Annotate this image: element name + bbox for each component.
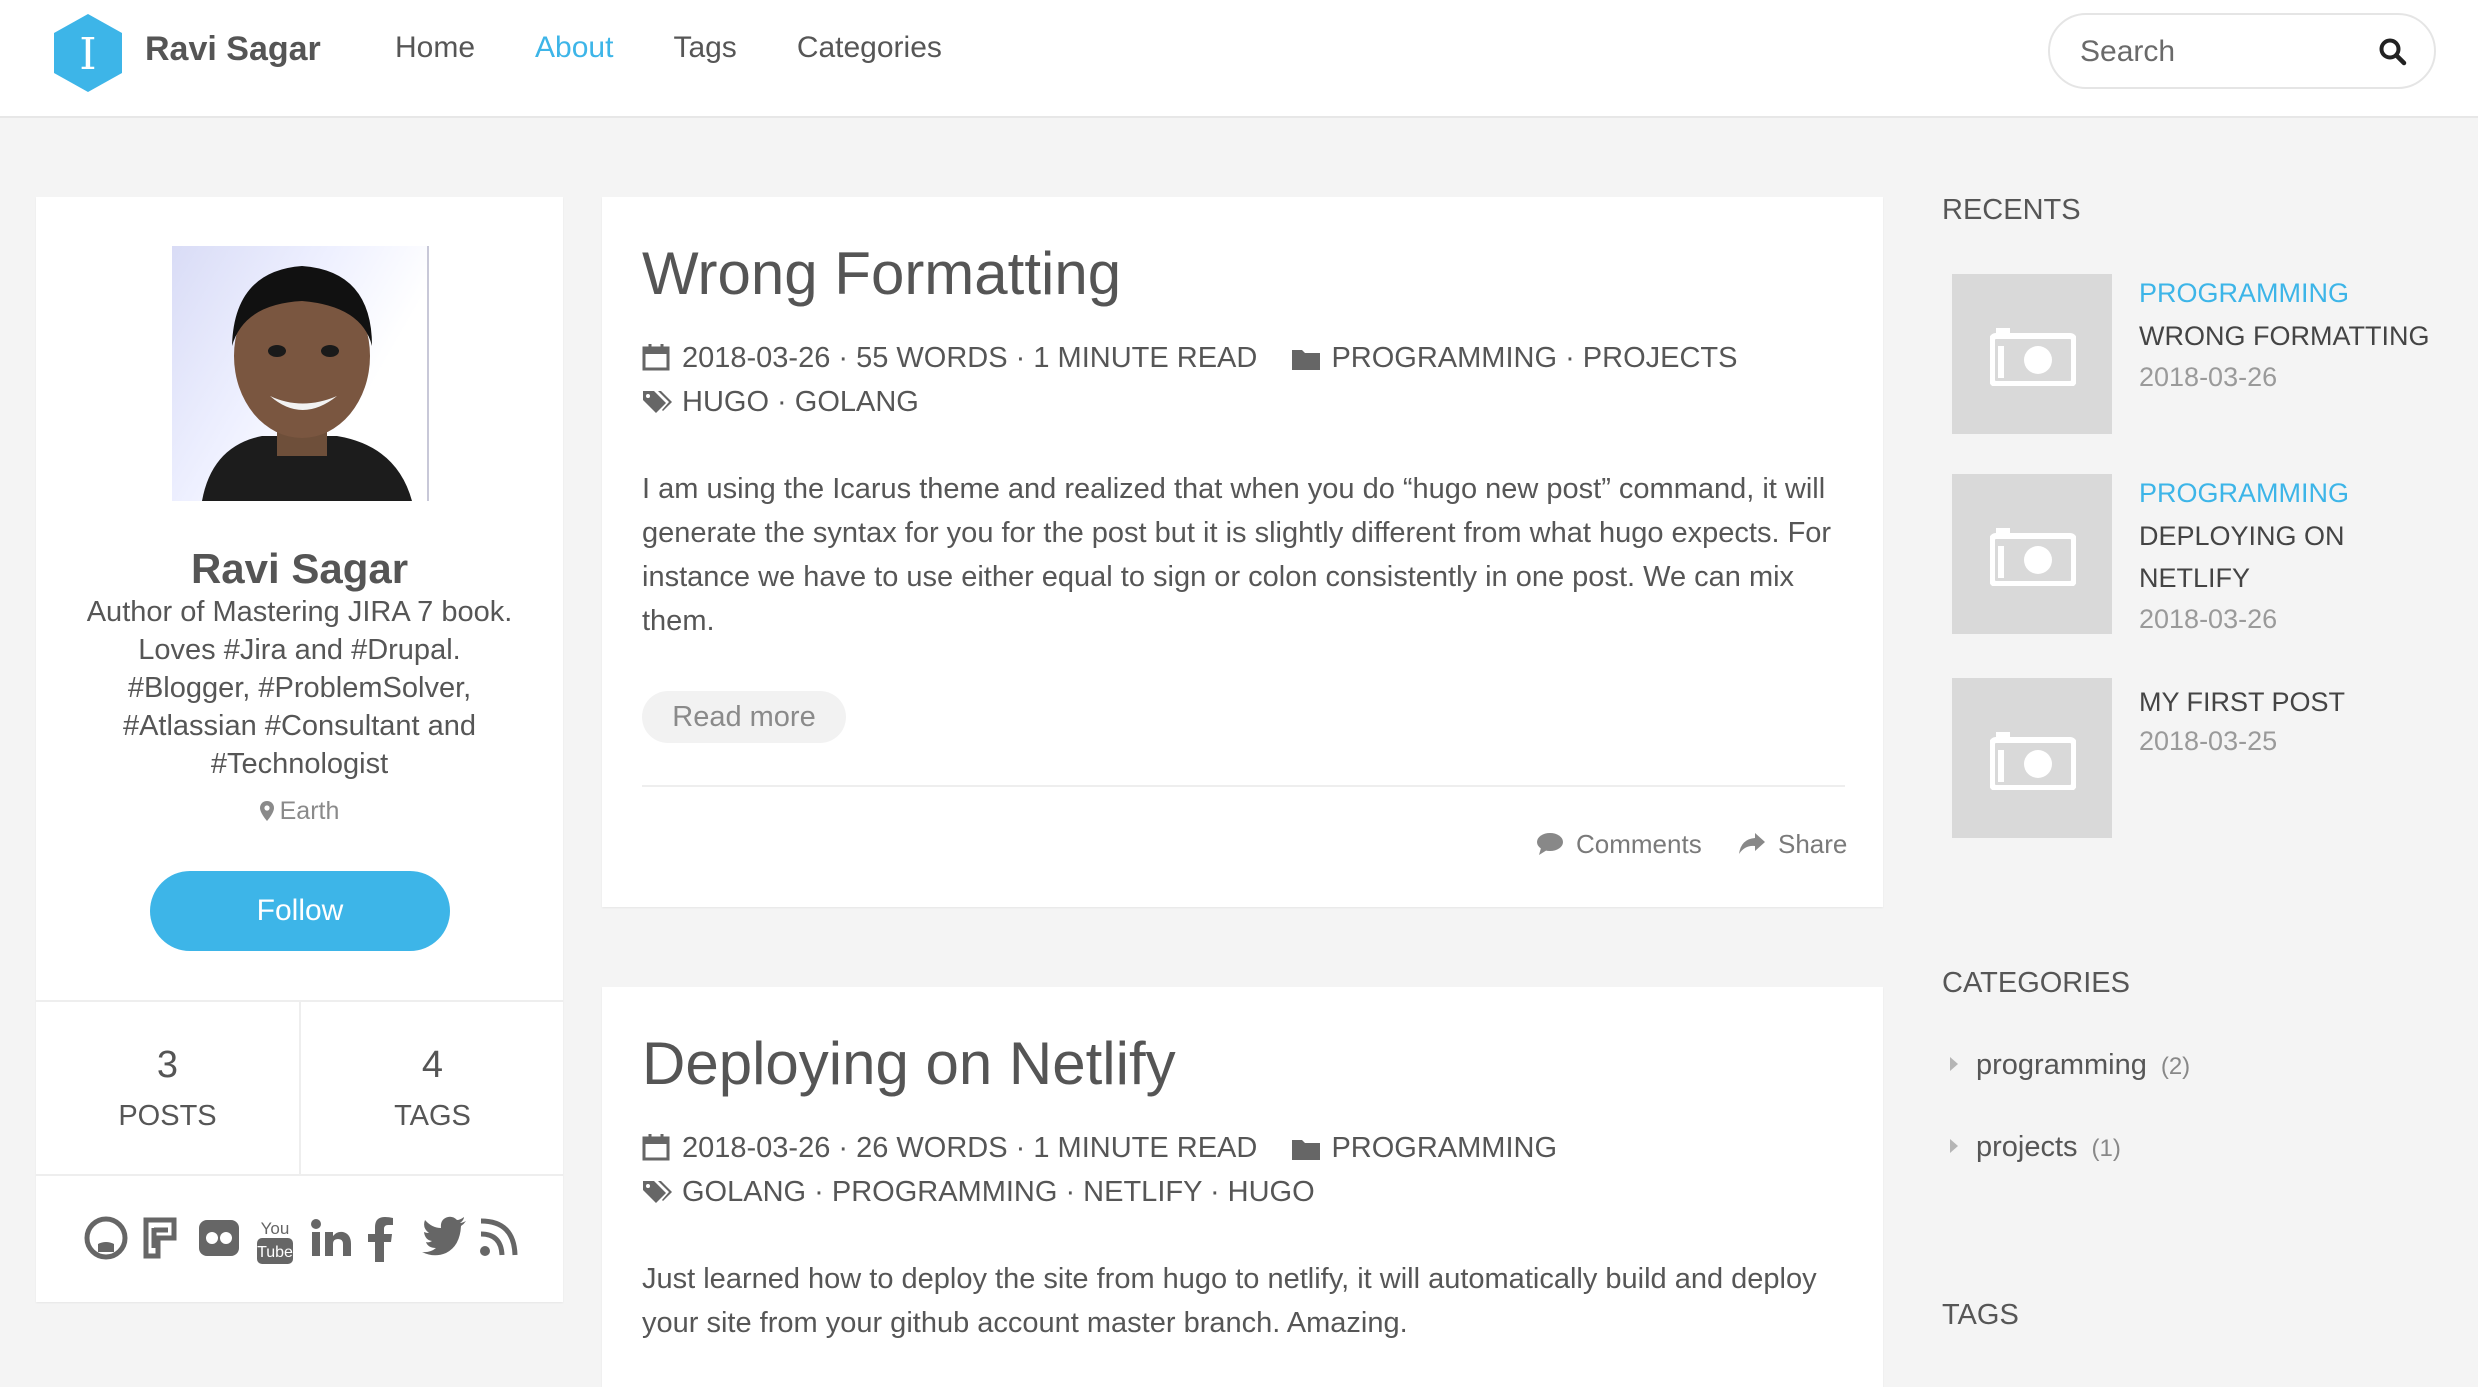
post-excerpt: I am using the Icarus theme and realized… (642, 473, 1832, 637)
youtube-icon[interactable]: You Tube (253, 1216, 299, 1264)
recent-title[interactable]: DEPLOYING ON NETLIFY (2139, 515, 2379, 599)
recent-date: 2018-03-25 (2139, 726, 2278, 756)
svg-text:You: You (261, 1219, 290, 1238)
read-more-button[interactable]: Read more (642, 691, 846, 743)
follow-button[interactable]: Follow (150, 871, 450, 951)
tags-heading: TAGS (1942, 1299, 2019, 1331)
nav-categories[interactable]: Categories (797, 31, 942, 65)
recent-thumbnail[interactable] (1952, 474, 2112, 634)
recent-category[interactable]: PROGRAMMING (2139, 278, 2349, 309)
stat-tags[interactable]: 4 TAGS (299, 1002, 564, 1174)
camera-icon (1990, 732, 2076, 790)
post-card: Deploying on Netlify 2018-03-26 · 26 WOR… (602, 987, 1883, 1387)
tags-icon (642, 389, 672, 417)
profile-stats: 3 POSTS 4 TAGS (36, 1000, 563, 1176)
camera-icon (1990, 328, 2076, 386)
flickr-icon[interactable] (197, 1216, 243, 1262)
category-count: (1) (2091, 1135, 2121, 1162)
search-box (2048, 13, 2436, 89)
site-logo-icon[interactable]: I (52, 12, 124, 94)
caret-right-icon (1950, 1057, 1958, 1071)
map-marker-icon (259, 799, 274, 821)
post-tags-row: HUGO · GOLANG (642, 386, 919, 419)
share-link[interactable]: Share (1738, 829, 1847, 860)
github-icon[interactable] (84, 1216, 130, 1262)
category-item-projects[interactable]: projects (1) (1950, 1131, 2121, 1164)
profile-name: Ravi Sagar (190, 545, 409, 592)
stat-posts[interactable]: 3 POSTS (36, 1002, 299, 1174)
stat-tags-label: TAGS (394, 1100, 471, 1132)
recent-title[interactable]: MY FIRST POST (2139, 681, 2439, 723)
nav-home[interactable]: Home (395, 31, 475, 65)
search-input[interactable] (2078, 31, 2362, 73)
profile-location: Earth (36, 797, 563, 826)
post-tags[interactable]: HUGO · GOLANG (682, 386, 919, 418)
recent-date: 2018-03-26 (2139, 362, 2278, 392)
facebook-icon[interactable] (365, 1216, 411, 1262)
folder-icon (1291, 346, 1321, 374)
post-excerpt: Just learned how to deploy the site from… (642, 1263, 1817, 1339)
recent-thumbnail[interactable] (1952, 678, 2112, 838)
post-tags-row: GOLANG · PROGRAMMING · NETLIFY · HUGO (642, 1176, 1315, 1209)
linkedin-icon[interactable] (309, 1216, 355, 1262)
comments-label: Comments (1576, 829, 1702, 859)
svg-text:I: I (79, 29, 96, 80)
post-date-info: 2018-03-26 · 26 WORDS · 1 MINUTE READ (682, 1132, 1258, 1164)
caret-right-icon (1950, 1139, 1958, 1153)
post-divider (642, 785, 1845, 787)
recent-title[interactable]: WRONG FORMATTING (2139, 315, 2439, 357)
search-icon[interactable] (2378, 37, 2408, 67)
camera-icon (1990, 528, 2076, 586)
profile-bio: Author of Mastering JIRA 7 book. Loves #… (86, 596, 513, 780)
location-text: Earth (279, 797, 340, 825)
category-count: (2) (2160, 1053, 2191, 1080)
stat-posts-label: POSTS (118, 1100, 217, 1132)
recent-category[interactable]: PROGRAMMING (2139, 478, 2349, 509)
folder-icon (1291, 1136, 1321, 1164)
post-categories[interactable]: PROGRAMMING (1331, 1132, 1557, 1164)
post-title[interactable]: Wrong Formatting (642, 239, 1121, 308)
calendar-icon (642, 343, 672, 371)
post-meta: 2018-03-26 · 55 WORDS · 1 MINUTE READ PR… (642, 342, 1737, 375)
post-meta: 2018-03-26 · 26 WORDS · 1 MINUTE READ PR… (642, 1132, 1557, 1165)
profile-card: Ravi Sagar Author of Mastering JIRA 7 bo… (36, 197, 563, 1302)
site-brand[interactable]: Ravi Sagar (145, 30, 321, 69)
recent-thumbnail[interactable] (1952, 274, 2112, 434)
post-tags[interactable]: GOLANG · PROGRAMMING · NETLIFY · HUGO (682, 1176, 1315, 1208)
category-item-programming[interactable]: programming (2) (1950, 1049, 2190, 1082)
recent-date: 2018-03-26 (2139, 604, 2278, 634)
svg-text:Tube: Tube (257, 1244, 293, 1261)
comment-icon (1536, 832, 1564, 856)
post-date-info: 2018-03-26 · 55 WORDS · 1 MINUTE READ (682, 342, 1258, 374)
recents-heading: RECENTS (1942, 194, 2081, 226)
tags-icon (642, 1179, 672, 1207)
comments-link[interactable]: Comments (1536, 829, 1702, 860)
post-card: Wrong Formatting 2018-03-26 · 55 WORDS ·… (602, 197, 1883, 907)
twitter-icon[interactable] (421, 1216, 468, 1262)
avatar (172, 246, 429, 501)
freecodecamp-icon[interactable] (140, 1216, 186, 1262)
calendar-icon (642, 1133, 672, 1161)
category-name: programming (1976, 1049, 2147, 1081)
site-header: I Ravi Sagar Home About Tags Categories (0, 0, 2478, 118)
rss-icon[interactable] (478, 1216, 524, 1262)
nav-tags[interactable]: Tags (673, 31, 736, 65)
categories-heading: CATEGORIES (1942, 967, 2130, 999)
social-links: You Tube (84, 1212, 524, 1266)
stat-tags-value: 4 (421, 1044, 444, 1086)
main-nav: Home About Tags Categories (395, 31, 1002, 65)
post-categories[interactable]: PROGRAMMING · PROJECTS (1331, 342, 1737, 374)
nav-about[interactable]: About (535, 31, 613, 65)
category-name: projects (1976, 1131, 2078, 1163)
stat-posts-value: 3 (156, 1044, 179, 1086)
share-label: Share (1778, 829, 1848, 859)
post-title[interactable]: Deploying on Netlify (642, 1029, 1176, 1098)
share-icon (1738, 832, 1766, 856)
